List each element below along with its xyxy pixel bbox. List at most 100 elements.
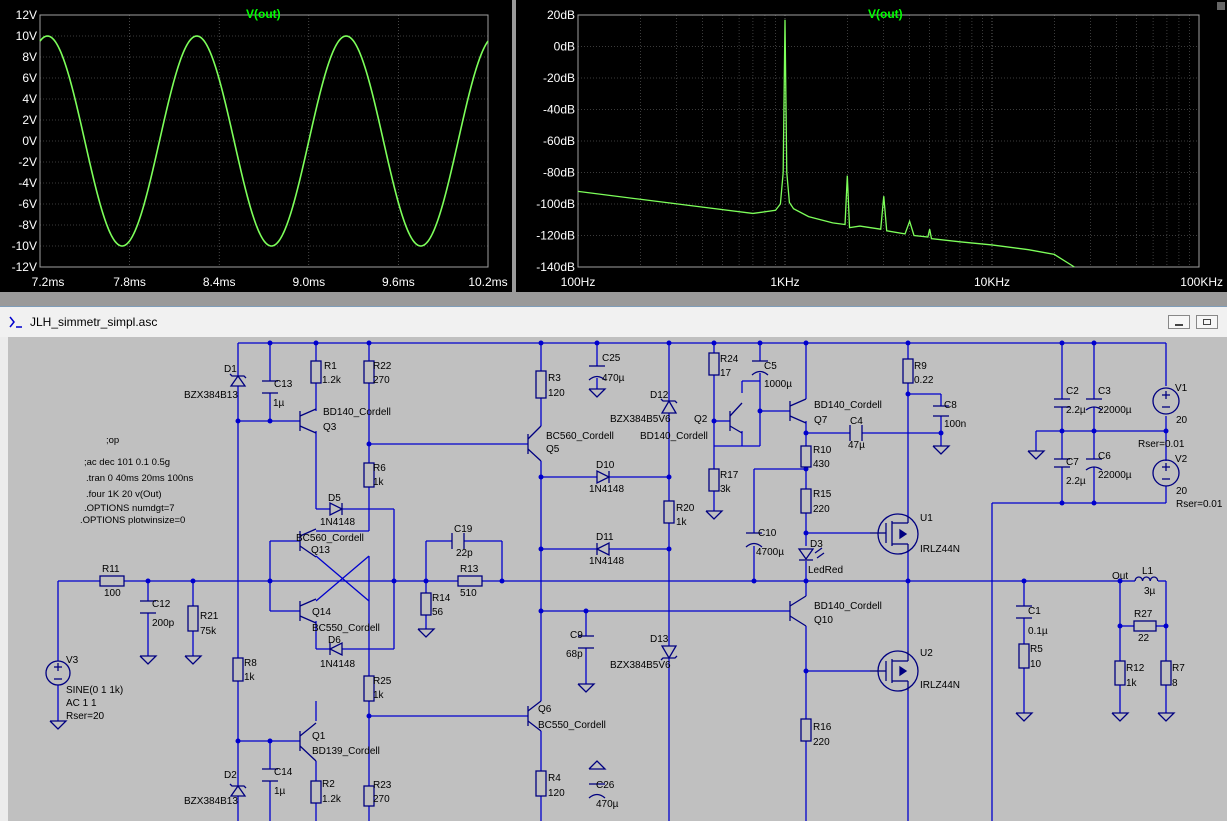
r22-value: 270 — [373, 375, 390, 386]
r23-name: R23 — [373, 780, 392, 791]
fft-y-tick: -100dB — [536, 197, 575, 211]
restore-button[interactable] — [1196, 315, 1218, 329]
directive-op[interactable]: ;op — [106, 435, 119, 446]
fft-y-tick: 20dB — [547, 8, 575, 22]
fft-plot-window[interactable]: V(out) 20dB 0dB -20dB -40dB -60dB -80dB -100dB… — [516, 0, 1227, 292]
c3-name: C3 — [1098, 386, 1111, 397]
wave-y-tick: -6V — [18, 197, 37, 211]
r22-name: R22 — [373, 361, 392, 372]
c25-name: C25 — [602, 353, 621, 364]
net-label-out: Out — [1112, 571, 1128, 582]
r13-name: R13 — [460, 564, 479, 575]
d11-value: 1N4148 — [589, 556, 624, 567]
c2-name: C2 — [1066, 386, 1079, 397]
fft-x-tick: 100Hz — [561, 275, 596, 289]
r13-value: 510 — [460, 588, 477, 599]
q7-model: BD140_Cordell — [814, 400, 882, 411]
minimize-button[interactable] — [1168, 315, 1190, 329]
wave-x-tick: 7.2ms — [32, 275, 65, 289]
d3-name: D3 — [810, 539, 823, 550]
schematic-titlebar[interactable]: JLH_simmetr_simpl.asc — [0, 307, 1227, 337]
fft-x-tick: 100KHz — [1180, 275, 1223, 289]
r5-value: 10 — [1030, 659, 1042, 670]
c1-name: C1 — [1028, 606, 1041, 617]
c7-value: 2.2µ — [1066, 476, 1086, 487]
d2-value: BZX384B13 — [184, 796, 238, 807]
waveform-plot[interactable]: 12V 10V 8V 6V 4V 2V 0V -2V -4V -6V -8V -10V -12V7.2m… — [0, 0, 512, 292]
r9-name: R9 — [914, 361, 927, 372]
q5-model: BC560_Cordell — [546, 431, 614, 442]
fft-plot-title: V(out) — [868, 7, 903, 21]
directive-options-numdgt[interactable]: .OPTIONS numdgt=7 — [84, 503, 175, 514]
r20-name: R20 — [676, 503, 695, 514]
c12-name: C12 — [152, 599, 171, 610]
r11-name: R11 — [102, 564, 120, 575]
v3-line2: AC 1 1 — [66, 698, 97, 709]
fft-y-tick: -40dB — [543, 103, 575, 117]
c5-value: 1000µ — [764, 379, 792, 390]
q3-model: BD140_Cordell — [323, 407, 391, 418]
directive-tran[interactable]: .tran 0 40ms 20ms 100ns — [86, 473, 193, 484]
q2-name: Q2 — [694, 414, 708, 425]
r12-name: R12 — [1126, 663, 1145, 674]
directive-options-plotwinsize[interactable]: .OPTIONS plotwinsize=0 — [80, 515, 185, 526]
r23-value: 270 — [373, 794, 390, 805]
r9-value: 0.22 — [914, 375, 934, 386]
v3-line1: SINE(0 1 1k) — [66, 685, 123, 696]
q6-model: BC550_Cordell — [538, 720, 606, 731]
c6-value: 22000µ — [1098, 470, 1132, 481]
q3-name: Q3 — [323, 422, 337, 433]
waveform-plot-window[interactable]: V(out) 12V 10V 8V 6V 4V 2V 0V -2V -4V -6V -8V -10V -… — [0, 0, 512, 292]
v2-name: V2 — [1175, 454, 1188, 465]
r14-name: R14 — [432, 593, 451, 604]
wave-y-tick: 10V — [16, 29, 37, 43]
c12-value: 200p — [152, 618, 175, 629]
schematic-background — [8, 337, 1227, 821]
fft-window-grip — [1217, 2, 1225, 10]
q10-model: BD140_Cordell — [814, 601, 882, 612]
r8-name: R8 — [244, 658, 257, 669]
q7-name: Q7 — [814, 415, 828, 426]
wave-trace-vout — [39, 35, 489, 247]
wave-y-tick: -8V — [18, 218, 37, 232]
c8-name: C8 — [944, 400, 957, 411]
u1-value: IRLZ44N — [920, 544, 960, 555]
d3-value: LedRed — [808, 565, 843, 576]
q1-name: Q1 — [312, 731, 326, 742]
directive-ac[interactable]: ;ac dec 101 0.1 0.5g — [84, 457, 170, 468]
fft-plot[interactable]: 20dB 0dB -20dB -40dB -60dB -80dB -100dB -120dB -… — [516, 0, 1227, 292]
q13-model: BC560_Cordell — [296, 533, 364, 544]
r1-value: 1.2k — [322, 375, 342, 386]
r5-name: R5 — [1030, 644, 1043, 655]
c5-name: C5 — [764, 361, 777, 372]
wave-y-tick: -10V — [12, 239, 37, 253]
v2-value: 20 — [1176, 486, 1188, 497]
d11-name: D11 — [596, 532, 614, 543]
fft-y-tick: 0dB — [554, 40, 575, 54]
fft-y-tick: -140dB — [536, 260, 575, 274]
wave-plot-frame — [39, 14, 489, 268]
wave-y-tick: 4V — [22, 92, 37, 106]
r1-name: R1 — [324, 361, 337, 372]
schematic-canvas[interactable]: ;op ;ac dec 101 0.1 0.5g .tran 0 40ms 20… — [8, 337, 1227, 821]
r4-name: R4 — [548, 773, 561, 784]
d1-name: D1 — [224, 364, 237, 375]
r11-value: 100 — [104, 588, 121, 599]
q14-model: BC550_Cordell — [312, 623, 380, 634]
schematic-file-icon — [9, 316, 22, 328]
directive-four[interactable]: .four 1K 20 v(Out) — [86, 489, 162, 500]
d13-name: D13 — [650, 634, 669, 645]
u2-value: IRLZ44N — [920, 680, 960, 691]
d5-value: 1N4148 — [320, 517, 355, 528]
wave-y-tick: -12V — [12, 260, 37, 274]
c26-name: C26 — [596, 780, 615, 791]
l1-name: L1 — [1142, 566, 1154, 577]
q6-name: Q6 — [538, 704, 552, 715]
r24-value: 17 — [720, 368, 732, 379]
r17-value: 3k — [720, 484, 732, 495]
v3-name: V3 — [66, 655, 79, 666]
r8-value: 1k — [244, 672, 256, 683]
schematic-window[interactable]: JLH_simmetr_simpl.asc ;op ;ac dec 101 0.… — [0, 306, 1227, 821]
r10-value: 430 — [813, 459, 830, 470]
c13-value: 1µ — [273, 398, 285, 409]
